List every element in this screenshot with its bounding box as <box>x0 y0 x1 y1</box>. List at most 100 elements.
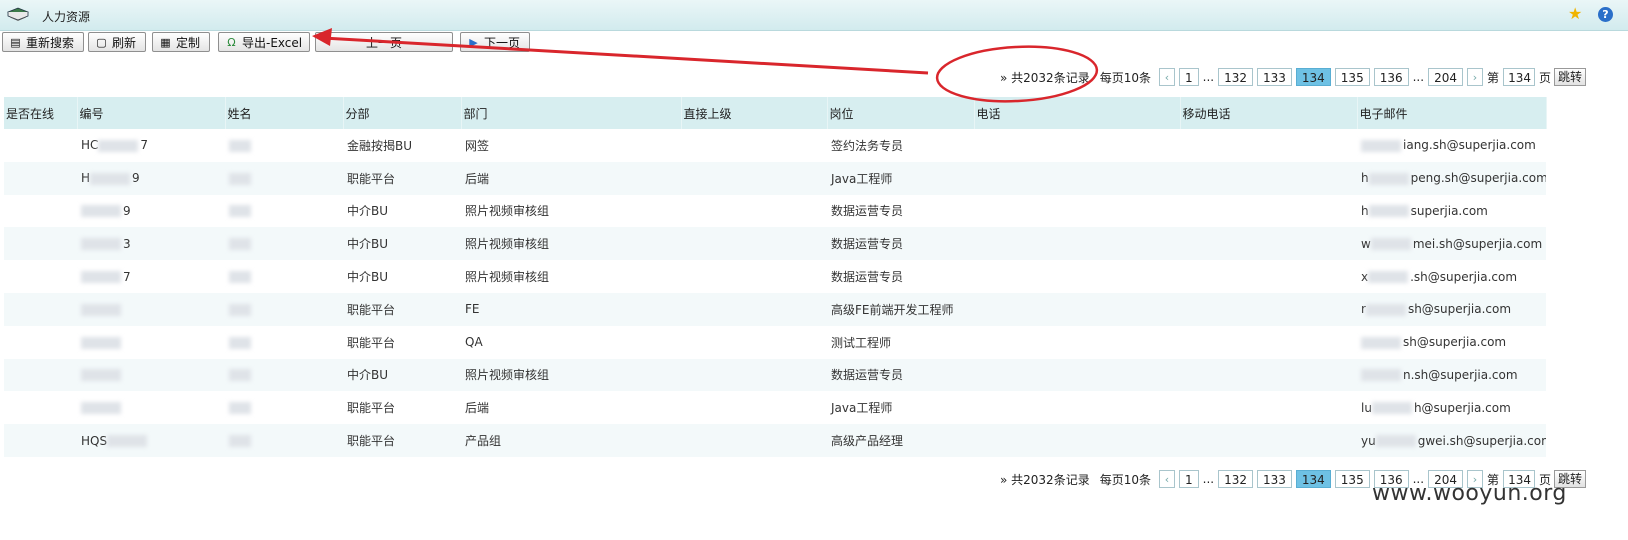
redacted-mask <box>98 139 139 152</box>
redacted-mask <box>81 271 121 284</box>
email-cell: sh@superjia.com <box>1357 326 1546 359</box>
page-size[interactable]: 每页10条 <box>1100 69 1151 86</box>
post-cell: Java工程师 <box>827 161 974 195</box>
table-row[interactable]: 9 中介BU 照片视频审核组 数据运营专员 h superjia.com <box>4 195 1546 228</box>
id-cell: HQS <box>77 424 225 457</box>
col-online[interactable]: 是否在线 <box>4 97 78 129</box>
page-133[interactable]: 133 <box>1256 68 1292 86</box>
research-button[interactable]: ▤ 重新搜索 <box>2 32 84 52</box>
mobile-cell <box>1180 227 1357 261</box>
mobile-cell <box>1180 129 1357 162</box>
branch-cell: 中介BU <box>343 260 461 293</box>
refresh-button[interactable]: ▢ 刷新 <box>88 32 146 52</box>
post-cell: 数据运营专员 <box>827 358 974 392</box>
col-mobile[interactable]: 移动电话 <box>1180 97 1358 129</box>
email-email-post: mei.sh@superjia.com <box>1412 236 1543 251</box>
name-cell <box>225 292 343 326</box>
prev-page-button[interactable]: 上一页 <box>315 32 453 52</box>
post-post: 数据运营专员 <box>831 237 904 252</box>
branch-cell: 职能平台 <box>343 391 461 424</box>
redacted-mask <box>1368 271 1409 284</box>
id-id-post: 9 <box>123 203 131 218</box>
branch-branch: 职能平台 <box>347 335 396 350</box>
post-cell: 高级FE前端开发工程师 <box>827 292 974 326</box>
email-email-post: gwei.sh@superjia.com <box>1417 433 1546 448</box>
prev-arrow-icon[interactable]: ‹ <box>1158 68 1175 86</box>
branch-cell: 金融按揭BU <box>343 129 461 162</box>
table-header-row: 是否在线 编号 姓名 分部 部门 直接上级 岗位 电话 移动电话 电子邮件 <box>4 97 1547 129</box>
help-icon[interactable]: ? <box>1598 7 1613 22</box>
page-132[interactable]: 132 <box>1218 68 1253 86</box>
dept-dept: 照片视频审核组 <box>465 204 550 219</box>
redacted-mask <box>1368 172 1409 185</box>
branch-branch: 中介BU <box>347 237 389 252</box>
page-136[interactable]: 136 <box>1373 68 1409 86</box>
online-cell <box>4 424 77 457</box>
post-cell: Java工程师 <box>827 391 974 424</box>
table-row[interactable]: 3 中介BU 照片视频审核组 数据运营专员 w mei.sh@superjia.com <box>4 227 1546 261</box>
col-post[interactable]: 岗位 <box>827 97 975 129</box>
table-row[interactable]: 职能平台 后端 Java工程师 lu h@superjia.com <box>4 391 1546 424</box>
page-last[interactable]: 204 <box>1428 68 1463 86</box>
id-cell <box>77 358 225 392</box>
redacted-mask <box>1371 402 1412 415</box>
next-arrow-icon[interactable]: › <box>1466 68 1483 86</box>
dept-dept: 照片视频审核组 <box>465 368 550 383</box>
table-row[interactable]: HQS 职能平台 产品组 高级产品经理 yu gwei.sh@superjia.com <box>4 424 1546 457</box>
table-row[interactable]: 职能平台 QA 测试工程师 sh@superjia.com <box>4 326 1546 359</box>
table-row[interactable]: 职能平台 FE 高级FE前端开发工程师 r sh@superjia.com <box>4 292 1546 326</box>
email-email-pre: h <box>1361 203 1369 218</box>
jump-page-input[interactable]: 134 <box>1502 68 1535 86</box>
manager-cell <box>681 195 827 228</box>
table-row[interactable]: HC 7 金融按揭BU 网签 签约法务专员 iang.sh@superjia.com <box>4 129 1546 162</box>
post-post: 数据运营专员 <box>831 368 904 383</box>
redacted-mask <box>229 435 251 448</box>
col-dept[interactable]: 部门 <box>461 97 682 129</box>
online-cell <box>4 260 77 293</box>
mobile-cell <box>1180 391 1357 424</box>
table-row[interactable]: 中介BU 照片视频审核组 数据运营专员 n.sh@superjia.com <box>4 358 1546 392</box>
id-id-pre: HC <box>81 138 99 153</box>
email-cell: x .sh@superjia.com <box>1357 260 1546 293</box>
mobile-cell <box>1180 260 1357 293</box>
col-manager[interactable]: 直接上级 <box>681 97 828 129</box>
page-first[interactable]: 1 <box>1178 68 1199 86</box>
page-135[interactable]: 135 <box>1334 470 1370 488</box>
redacted-mask <box>229 303 251 316</box>
page-current[interactable]: 134 <box>1295 470 1331 488</box>
page-132[interactable]: 132 <box>1218 470 1253 488</box>
table-row[interactable]: H 9 职能平台 后端 Java工程师 h peng.sh@superjia.com <box>4 161 1546 195</box>
id-cell <box>77 326 225 359</box>
next-page-button[interactable]: ▶ 下一页 <box>460 32 530 52</box>
table-row[interactable]: 7 中介BU 照片视频审核组 数据运营专员 x .sh@superjia.com <box>4 260 1546 293</box>
next-page-button-label: 下一页 <box>484 35 521 50</box>
page-first[interactable]: 1 <box>1178 470 1199 488</box>
manager-cell <box>681 292 827 326</box>
name-cell <box>225 358 343 392</box>
redacted-mask <box>1361 369 1401 382</box>
prev-arrow-icon[interactable]: ‹ <box>1158 470 1175 488</box>
col-branch[interactable]: 分部 <box>343 97 462 129</box>
customize-button[interactable]: ▦ 定制 <box>152 32 210 52</box>
name-cell <box>225 129 343 162</box>
col-id[interactable]: 编号 <box>77 97 226 129</box>
post-post: 高级FE前端开发工程师 <box>831 302 954 317</box>
dept-dept: 照片视频审核组 <box>465 270 550 285</box>
col-phone[interactable]: 电话 <box>974 97 1181 129</box>
post-post: 高级产品经理 <box>831 434 904 449</box>
name-cell <box>225 326 343 359</box>
page-size[interactable]: 每页10条 <box>1100 471 1151 488</box>
star-icon[interactable]: ★ <box>1568 5 1582 23</box>
name-cell <box>225 424 343 457</box>
page-135[interactable]: 135 <box>1334 68 1370 86</box>
phone-cell <box>974 358 1180 392</box>
jump-button[interactable]: 跳转 <box>1554 68 1587 86</box>
col-email[interactable]: 电子邮件 <box>1357 97 1547 129</box>
page-current[interactable]: 134 <box>1295 68 1331 86</box>
phone-cell <box>974 260 1180 293</box>
email-email-pre: lu <box>1361 400 1372 415</box>
col-name[interactable]: 姓名 <box>225 97 344 129</box>
dept-dept: 网签 <box>465 138 490 153</box>
page-133[interactable]: 133 <box>1256 470 1292 488</box>
export-excel-button[interactable]: Ω 导出-Excel <box>218 32 310 52</box>
